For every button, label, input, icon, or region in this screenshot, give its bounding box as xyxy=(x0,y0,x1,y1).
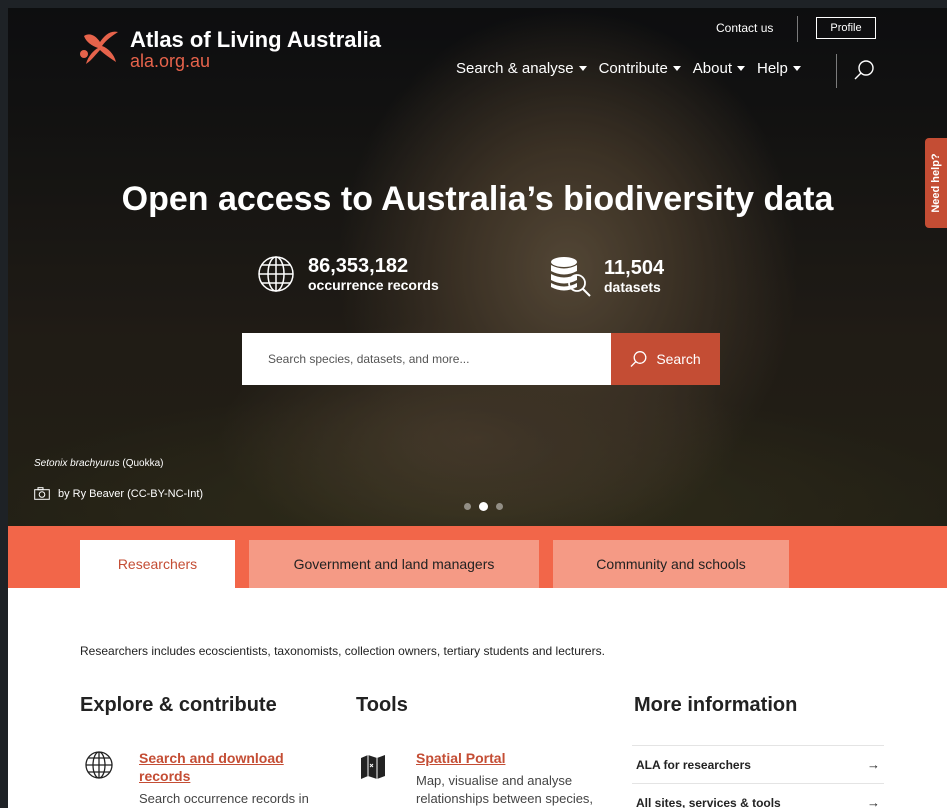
search-download-records-link[interactable]: Search and download records xyxy=(139,749,284,785)
need-help-tab[interactable]: Need help? xyxy=(925,138,947,228)
card-title-line: Search and download xyxy=(139,750,284,766)
tab-government-land-managers[interactable]: Government and land managers xyxy=(249,540,539,588)
stat-number: 86,353,182 xyxy=(308,255,409,277)
carousel-dot-active[interactable] xyxy=(479,502,488,511)
more-info-label: All sites, services & tools xyxy=(636,795,781,808)
nav-about[interactable]: About xyxy=(693,60,745,77)
logo[interactable]: Atlas of Living Australia ala.org.au xyxy=(80,28,381,70)
nav-help[interactable]: Help xyxy=(757,60,801,77)
globe-icon xyxy=(258,256,294,292)
chevron-down-icon xyxy=(737,66,745,71)
nav-label: Contribute xyxy=(598,60,668,77)
camera-icon xyxy=(34,487,50,500)
carousel-dots xyxy=(464,502,503,511)
search-icon[interactable] xyxy=(854,59,876,81)
more-info-item[interactable]: All sites, services & tools → xyxy=(632,783,884,808)
hero-search-bar: Search xyxy=(242,333,720,385)
card-title-line: records xyxy=(139,768,191,784)
nav-search-analyse[interactable]: Search & analyse xyxy=(456,60,587,77)
chevron-down-icon xyxy=(672,66,681,71)
photo-credit-text: by Ry Beaver (CC-BY-NC-Int) xyxy=(58,487,204,500)
tools-heading: Tools xyxy=(356,694,408,716)
search-input[interactable] xyxy=(242,333,611,385)
chevron-down-icon xyxy=(792,66,801,71)
stat-label: datasets xyxy=(604,279,661,295)
map-icon xyxy=(361,755,385,779)
stat-occurrence-records: 86,353,182 occurrence records xyxy=(256,254,439,294)
description-line: relationships between species, xyxy=(416,791,594,806)
stat-number: 11,504 xyxy=(604,257,665,279)
contact-us-link[interactable]: Contact us xyxy=(716,21,773,35)
hero-headline: Open access to Australia’s biodiversity … xyxy=(121,180,834,218)
arrow-right-icon: → xyxy=(867,795,880,808)
nav-contribute[interactable]: Contribute xyxy=(599,60,681,77)
arrow-right-icon: → xyxy=(867,757,880,772)
nav-divider xyxy=(836,54,837,88)
database-search-icon xyxy=(551,257,591,297)
species-name: Setonix brachyurus xyxy=(34,458,120,469)
carousel-dot[interactable] xyxy=(464,503,471,510)
logo-title: Atlas of Living Australia xyxy=(130,27,382,52)
search-button-label: Search xyxy=(656,351,701,367)
species-common-name: (Quokka) xyxy=(119,458,164,469)
photo-credit: by Ry Beaver (CC-BY-NC-Int) xyxy=(34,487,203,500)
logo-subtitle: ala.org.au xyxy=(130,51,211,71)
photo-caption: Setonix brachyurus (Quokka) xyxy=(34,458,164,469)
search-icon xyxy=(630,351,647,367)
chevron-down-icon xyxy=(578,66,587,71)
nav-label: About xyxy=(692,60,732,77)
globe-icon xyxy=(85,751,113,779)
nav-label: Search & analyse xyxy=(456,60,574,77)
more-info-list: ALA for researchers → All sites, services… xyxy=(632,745,884,808)
need-help-label: Need help? xyxy=(930,153,942,213)
description-line: Map, visualise and analyse xyxy=(416,773,573,788)
spatial-portal-description: Map, visualise and analyse relationships … xyxy=(416,772,593,808)
stat-label: occurrence records xyxy=(308,277,439,293)
audience-tabs: Researchers Government and land managers… xyxy=(8,526,947,588)
header-divider xyxy=(797,16,798,42)
main-nav: Search & analyse Contribute About Help xyxy=(456,60,801,77)
tab-community-schools[interactable]: Community and schools xyxy=(553,540,789,588)
more-info-label: ALA for researchers xyxy=(636,757,751,772)
hero-section: Atlas of Living Australia ala.org.au Con… xyxy=(8,8,947,526)
nav-label: Help xyxy=(757,60,788,77)
explore-heading: Explore & contribute xyxy=(80,694,277,716)
search-records-description: Search occurrence records in xyxy=(139,791,309,806)
stat-datasets: 11,504 datasets xyxy=(548,254,664,298)
more-info-heading: More information xyxy=(634,694,798,716)
carousel-dot[interactable] xyxy=(496,503,503,510)
ala-logo-icon xyxy=(80,31,118,64)
audience-intro: Researchers includes ecoscientists, taxo… xyxy=(80,644,605,658)
search-button[interactable]: Search xyxy=(611,333,720,385)
page: Atlas of Living Australia ala.org.au Con… xyxy=(8,8,947,808)
more-info-item[interactable]: ALA for researchers → xyxy=(632,745,884,783)
profile-button[interactable]: Profile xyxy=(816,17,876,39)
tab-researchers[interactable]: Researchers xyxy=(80,540,235,588)
spatial-portal-link[interactable]: Spatial Portal xyxy=(416,749,505,767)
